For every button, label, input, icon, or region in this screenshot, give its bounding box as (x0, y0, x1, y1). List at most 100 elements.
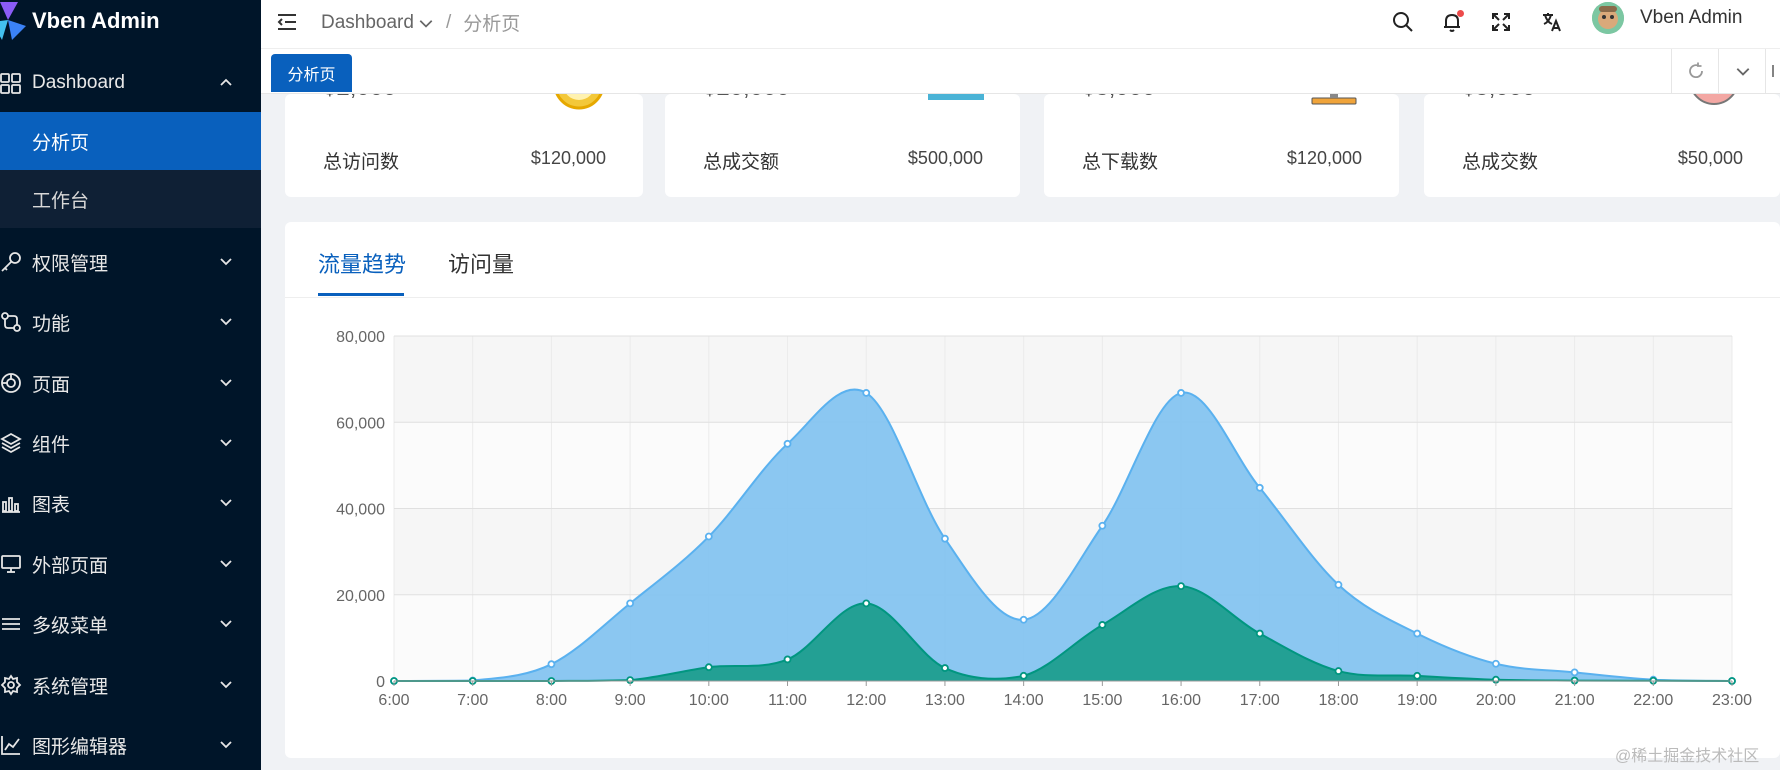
x-tick-label: 14:00 (1004, 692, 1044, 709)
chevron-down-icon (220, 499, 232, 507)
top-header: Dashboard / 分析页 Vben Admin (261, 0, 1780, 49)
expand-icon (1771, 65, 1774, 77)
x-tick-label: 8:00 (536, 692, 567, 709)
brand[interactable]: Vben Admin (0, 0, 160, 42)
function-icon (1, 312, 21, 332)
data-point (1491, 659, 1500, 668)
sidebar-item-label: 功能 (32, 313, 71, 335)
sidebar-item-charts[interactable]: 图表 (0, 473, 261, 533)
tabs-dropdown-button[interactable] (1718, 49, 1766, 93)
dashboard-grid-icon (0, 73, 21, 94)
stat-label: 总成交数 (1462, 152, 1539, 173)
chevron-down-icon (220, 560, 232, 568)
data-point (783, 655, 792, 664)
visit-count-icon (555, 94, 603, 110)
chevron-down-icon[interactable] (418, 15, 434, 31)
grid-band (394, 336, 1732, 423)
y-tick-label: 0 (376, 674, 385, 691)
stat-card-turnover: $20,000 总成交额 $500,000 (665, 94, 1020, 197)
search-icon[interactable] (1391, 10, 1415, 34)
page-icon (1, 373, 21, 393)
notification-dot (1457, 10, 1464, 17)
data-point (1334, 667, 1343, 675)
data-point (1019, 615, 1028, 624)
breadcrumb-dashboard[interactable]: Dashboard (321, 12, 414, 34)
data-point (1255, 629, 1264, 638)
x-tick-label: 23:00 (1712, 692, 1752, 709)
sidebar-item-label: 图表 (32, 494, 71, 516)
transaction-icon (1693, 94, 1735, 105)
sidebar-item-graph-editor[interactable]: 图形编辑器 (0, 715, 261, 770)
sidebar-item-components[interactable]: 组件 (0, 413, 261, 473)
avatar-image-icon (1592, 2, 1624, 34)
data-point (862, 389, 871, 397)
stat-value: $120,000 (530, 148, 606, 168)
x-tick-label: 9:00 (615, 692, 646, 709)
sidebar-item-label: Dashboard (32, 72, 125, 93)
x-tick-label: 18:00 (1318, 692, 1358, 709)
data-point (783, 439, 792, 448)
data-point (1413, 671, 1422, 680)
stat-top-value: $5,000 (1462, 94, 1535, 102)
download-icon (1311, 94, 1357, 105)
data-point (1570, 668, 1579, 677)
traffic-trend-chart: 0 20,000 40,000 60,000 80,000 6:00 7:00 8:00 9:0… (336, 329, 1752, 709)
sidebar-subitem-analysis[interactable]: 分析页 (0, 112, 261, 170)
gear-icon (0, 674, 22, 696)
monitor-icon (1, 555, 21, 573)
notification-button[interactable] (1440, 10, 1464, 34)
menu-fold-icon[interactable] (275, 10, 299, 34)
x-tick-label: 16:00 (1161, 692, 1201, 709)
data-point (941, 534, 949, 543)
x-tick-label: 17:00 (1240, 692, 1280, 709)
fullscreen-icon[interactable] (1489, 10, 1513, 34)
x-tick-label: 20:00 (1476, 692, 1516, 709)
stat-card-transactions: $5,000 总成交数 $50,000 (1424, 94, 1780, 197)
data-point (941, 664, 949, 672)
chevron-down-icon (220, 741, 232, 749)
sidebar-item-permission[interactable]: 权限管理 (0, 232, 261, 292)
stat-top-value: $20,000 (703, 94, 790, 102)
chevron-down-icon (220, 318, 232, 326)
data-point (1413, 629, 1422, 638)
sidebar-item-label: 页面 (32, 374, 71, 396)
sidebar-item-label: 多级菜单 (32, 615, 109, 637)
grid-band (394, 422, 1732, 509)
translate-icon[interactable] (1540, 10, 1564, 34)
line-chart-icon (1, 736, 20, 755)
data-point (1098, 621, 1107, 629)
tabs-fold-button[interactable] (1765, 49, 1780, 93)
sidebar-item-label: 图形编辑器 (32, 736, 128, 758)
data-point (704, 532, 713, 541)
breadcrumb-current: 分析页 (463, 14, 521, 35)
username: Vben Admin (1640, 7, 1743, 28)
key-icon (1, 252, 21, 272)
sidebar-item-system[interactable]: 系统管理 (0, 655, 261, 715)
data-point (704, 663, 713, 672)
sidebar-item-function[interactable]: 功能 (0, 292, 261, 352)
data-point (1177, 389, 1185, 397)
x-tick-label: 6:00 (378, 692, 409, 709)
stat-value: $500,000 (907, 148, 983, 168)
data-point (626, 599, 635, 608)
sidebar-item-multilevel[interactable]: 多级菜单 (0, 594, 261, 654)
sidebar-item-page[interactable]: 页面 (0, 353, 261, 413)
app-title: Vben Admin (32, 8, 160, 33)
x-tick-label: 13:00 (925, 692, 965, 709)
sidebar-subitem-workbench[interactable]: 工作台 (0, 170, 261, 228)
refresh-button[interactable] (1671, 49, 1719, 93)
sidebar-item-label: 组件 (32, 434, 71, 456)
chevron-down-icon (220, 620, 232, 628)
stat-label: 总成交额 (703, 152, 780, 173)
layers-icon (0, 432, 22, 454)
user-dropdown[interactable]: Vben Admin (1592, 2, 1742, 34)
sidebar-item-label: 外部页面 (32, 555, 109, 577)
breadcrumb-separator: / (445, 11, 452, 33)
sidebar-item-label: 工作台 (32, 190, 90, 212)
tab-analysis[interactable]: 分析页 (271, 54, 352, 92)
stat-label: 总下载数 (1082, 152, 1159, 173)
y-tick-label: 80,000 (336, 329, 385, 346)
sidebar-item-dashboard[interactable]: Dashboard (0, 53, 261, 113)
bar-chart-icon (2, 497, 20, 513)
sidebar-item-external[interactable]: 外部页面 (0, 534, 261, 594)
